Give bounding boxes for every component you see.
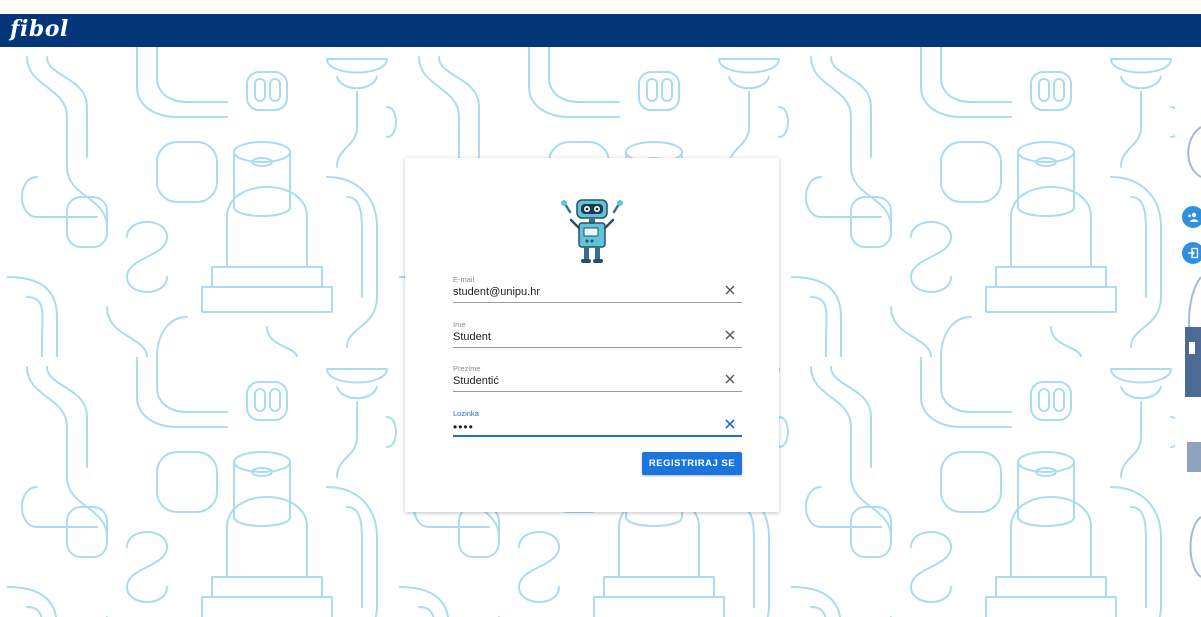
first-name-label: Ime bbox=[453, 320, 466, 329]
clear-first-name-icon[interactable] bbox=[724, 329, 736, 341]
first-name-field[interactable]: Ime Student bbox=[453, 320, 742, 350]
login-icon[interactable] bbox=[1182, 242, 1201, 264]
password-underline bbox=[453, 435, 742, 437]
email-underline bbox=[453, 302, 742, 303]
navbar: fibol bbox=[0, 14, 1201, 47]
email-field[interactable]: E-mail student@unipu.hr bbox=[453, 275, 742, 305]
clear-last-name-icon[interactable] bbox=[724, 373, 736, 385]
email-value[interactable]: student@unipu.hr bbox=[453, 286, 540, 298]
last-name-label: Prezime bbox=[453, 364, 481, 373]
clear-email-icon[interactable] bbox=[724, 284, 736, 296]
password-label: Lozinka bbox=[453, 409, 479, 418]
first-name-value[interactable]: Student bbox=[453, 331, 491, 343]
clear-password-icon[interactable] bbox=[724, 418, 736, 430]
brand-logo[interactable]: fibol bbox=[10, 16, 69, 42]
last-name-underline bbox=[453, 391, 742, 392]
last-name-field[interactable]: Prezime Studentić bbox=[453, 364, 742, 394]
last-name-value[interactable]: Studentić bbox=[453, 375, 499, 387]
email-label: E-mail bbox=[453, 275, 475, 284]
registration-card: E-mail student@unipu.hr Ime Student Prez… bbox=[405, 158, 779, 512]
add-user-icon[interactable] bbox=[1182, 206, 1201, 228]
top-strip bbox=[0, 0, 1201, 14]
first-name-underline bbox=[453, 347, 742, 348]
right-side-panel bbox=[1175, 47, 1201, 617]
password-value[interactable]: •••• bbox=[453, 420, 474, 434]
password-field[interactable]: Lozinka •••• bbox=[453, 409, 742, 439]
robot-mascot bbox=[560, 196, 624, 275]
register-button[interactable]: REGISTRIRAJ SE bbox=[642, 452, 742, 475]
